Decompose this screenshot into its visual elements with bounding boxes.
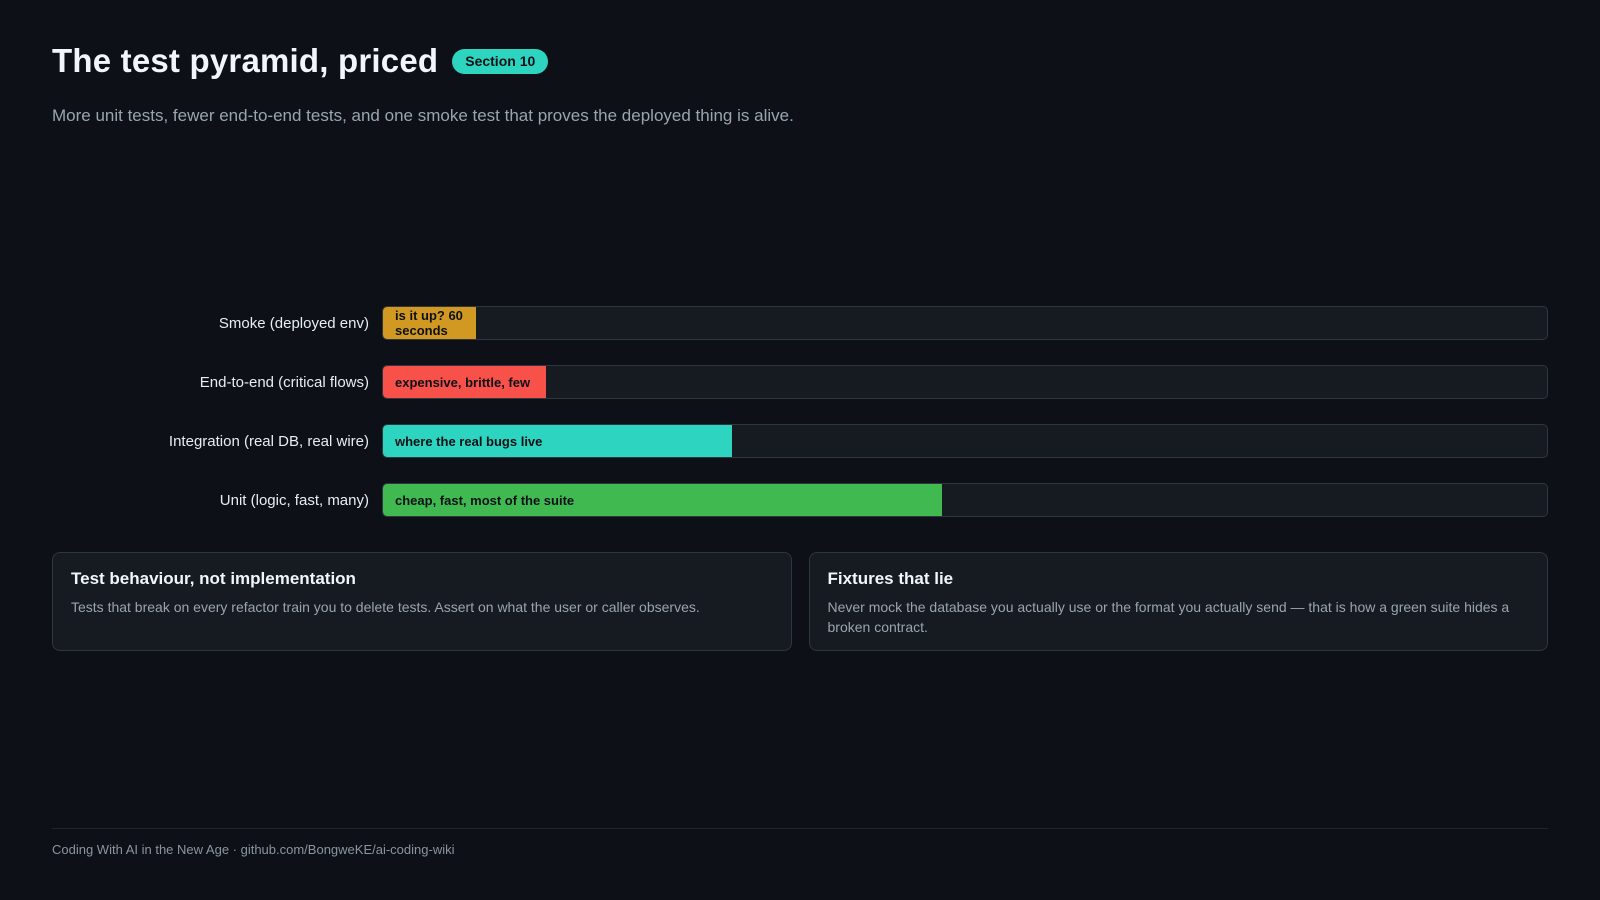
bar-track: where the real bugs live — [382, 424, 1548, 458]
section-badge: Section 10 — [452, 48, 549, 74]
card-title: Test behaviour, not implementation — [71, 569, 356, 588]
footer-divider — [52, 828, 1548, 829]
bar-category-label: Integration (real DB, real wire) — [168, 432, 369, 450]
card-title: Fixtures that lie — [827, 569, 954, 588]
cards-row: Test behaviour, not implementation Tests… — [52, 552, 1548, 651]
bar-data-label: is it up? 60 seconds — [395, 308, 463, 338]
bar-data-label: expensive, brittle, few — [395, 374, 531, 390]
bar: where the real bugs live — [383, 425, 733, 457]
bar-data-label: where the real bugs live — [395, 433, 543, 449]
bar-category-label: End-to-end (critical flows) — [199, 373, 369, 391]
bar-track: is it up? 60 seconds — [382, 306, 1548, 340]
bar: expensive, brittle, few — [383, 366, 546, 398]
slide: The test pyramid, priced Section 10 More… — [0, 0, 1600, 900]
footer-text: Coding With AI in the New Age · github.c… — [52, 842, 455, 857]
card-fixtures-that-lie: Fixtures that lie Never mock the databas… — [808, 552, 1548, 651]
bar-track: cheap, fast, most of the suite — [382, 483, 1548, 517]
bar: cheap, fast, most of the suite — [383, 484, 942, 516]
pyramid-bar-chart: Smoke (deployed env) is it up? 60 seconds… — [52, 306, 1548, 542]
bar-row: End-to-end (critical flows) expensive, br… — [52, 365, 1548, 399]
bar-category-label: Unit (logic, fast, many) — [219, 491, 369, 509]
bar-row: Smoke (deployed env) is it up? 60 seconds — [52, 306, 1548, 340]
bar-track: expensive, brittle, few — [382, 365, 1548, 399]
bar-row: Integration (real DB, real wire) where th… — [52, 424, 1548, 458]
bar-category-label: Smoke (deployed env) — [218, 314, 369, 332]
header: The test pyramid, priced Section 10 — [52, 42, 549, 80]
card-body: Tests that break on every refactor train… — [71, 599, 700, 615]
page-title: The test pyramid, priced — [52, 42, 439, 79]
bar: is it up? 60 seconds — [383, 307, 477, 339]
bar-row: Unit (logic, fast, many) cheap, fast, mos… — [52, 483, 1548, 517]
card-test-behaviour: Test behaviour, not implementation Tests… — [52, 552, 792, 651]
page-subtitle: More unit tests, fewer end-to-end tests,… — [52, 106, 794, 125]
bar-data-label: cheap, fast, most of the suite — [395, 492, 575, 508]
card-body: Never mock the database you actually use… — [827, 599, 1510, 635]
